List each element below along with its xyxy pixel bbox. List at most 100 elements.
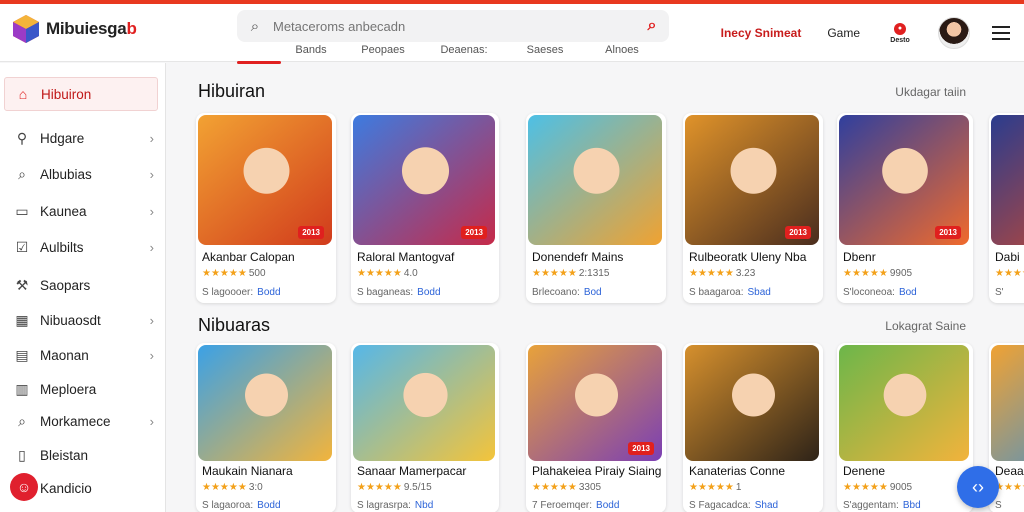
game-card[interactable]: 2013 Dbenr ★★★★★ 9905 S'loconeoa: Bod bbox=[837, 113, 973, 303]
star-rating: ★★★★★ 4.0 bbox=[357, 268, 418, 279]
subnav-tab[interactable]: Bands bbox=[281, 44, 341, 62]
sidebar-item-10[interactable]: ▯ Bleistan bbox=[4, 438, 158, 472]
detail-link[interactable]: Bod bbox=[584, 287, 602, 298]
game-card[interactable]: Maukain Nianara ★★★★★ 3:0 S lagaoroa: Bodd bbox=[196, 343, 336, 512]
search-submit-icon[interactable]: ⌕ bbox=[635, 17, 669, 35]
subnav-tab[interactable]: Alnoes bbox=[587, 44, 657, 62]
character-illustration bbox=[565, 370, 628, 431]
chevron-right-icon: › bbox=[149, 239, 154, 255]
star-rating: ★★★★★ 3:0 bbox=[202, 482, 263, 493]
detail-link[interactable]: Bbd bbox=[903, 500, 921, 511]
game-card[interactable]: Sanaar Mamerpacar ★★★★★ 9.5/15 S lagrasrpa:… bbox=[351, 343, 499, 512]
character-illustration bbox=[392, 143, 459, 212]
sidebar-item-label: Aulbilts bbox=[40, 239, 84, 255]
magnifier-icon: ⌕ bbox=[18, 412, 26, 429]
search-input[interactable] bbox=[273, 18, 635, 34]
star-rating: ★★★★★ 9.5/15 bbox=[357, 482, 432, 493]
brand-logo[interactable]: Mibuiesgab bbox=[12, 14, 137, 44]
sidebar-item-11[interactable]: Kandicio bbox=[4, 471, 158, 505]
game-title: Dbenr bbox=[843, 250, 876, 264]
sidebar-item-label: Saopars bbox=[40, 277, 91, 293]
sidebar-item-label: Meploera bbox=[40, 381, 97, 397]
chevron-right-icon: › bbox=[149, 166, 154, 182]
star-rating: ★★★★★ 9005 bbox=[843, 482, 913, 493]
sidebar-item-label: Kaunea bbox=[40, 203, 87, 219]
game-thumbnail bbox=[528, 115, 662, 245]
game-card[interactable]: 2013 Plahakeiea Piraiy Siaing ★★★★★ 3305 7 F… bbox=[526, 343, 666, 512]
sidebar-item-4[interactable]: ☑ Aulbilts › bbox=[4, 230, 158, 264]
sidebar-item-2[interactable]: ⌕ Albubias › bbox=[4, 157, 158, 191]
character-illustration bbox=[565, 143, 628, 212]
star-rating: ★★★★★ 1 bbox=[689, 482, 742, 493]
main-content: Hibuiran Ukdagar taiin 2013 Akanbar Calopan… bbox=[166, 63, 1024, 512]
chevron-right-icon: › bbox=[149, 203, 154, 219]
game-thumbnail bbox=[839, 345, 969, 461]
sidebar-item-9[interactable]: ⌕ Morkamece › bbox=[4, 404, 158, 438]
rating-badge: 2013 bbox=[785, 226, 811, 239]
sidebar-item-1[interactable]: ⚲ Hdgare › bbox=[4, 121, 158, 155]
detail-link[interactable]: Shad bbox=[755, 500, 778, 511]
game-card[interactable]: 2013 Rulbeoratk Uleny Nba ★★★★★ 3.23 S baaga… bbox=[683, 113, 823, 303]
tag-icon: ⚲ bbox=[16, 129, 28, 146]
header-link-game[interactable]: Game bbox=[827, 26, 860, 40]
chevron-right-icon: › bbox=[149, 347, 154, 363]
character-illustration bbox=[722, 143, 785, 212]
section-see-all-link[interactable]: Lokagrat Saine bbox=[885, 319, 966, 333]
sidebar-item-7[interactable]: ▤ Maonan › bbox=[4, 338, 158, 372]
detail-link[interactable]: Bodd bbox=[257, 500, 280, 511]
avatar[interactable] bbox=[938, 17, 970, 49]
rating-badge: 2013 bbox=[298, 226, 324, 239]
game-card[interactable]: 2013 Raloral Mantogvaf ★★★★★ 4.0 S baganeas:… bbox=[351, 113, 499, 303]
game-card[interactable]: Denene ★★★★★ 9005 S'aggentam: Bbd bbox=[837, 343, 973, 512]
sidebar-item-6[interactable]: ▦ Nibuaosdt › bbox=[4, 303, 158, 337]
sidebar-item-label: Kandicio bbox=[40, 480, 92, 496]
sidebar-item-label: Hdgare bbox=[40, 130, 85, 146]
hamburger-menu-icon[interactable] bbox=[992, 26, 1010, 40]
game-title: Donendefr Mains bbox=[532, 250, 624, 264]
game-card[interactable]: 2013 Akanbar Calopan ★★★★★ 500 S lagoooer: Bo… bbox=[196, 113, 336, 303]
tool-icon: ⚒ bbox=[15, 276, 29, 293]
sidebar-item-5[interactable]: ⚒ Saopars bbox=[4, 268, 158, 302]
game-title: Denene bbox=[843, 464, 886, 478]
sidebar-item-3[interactable]: ▭ Kaunea › bbox=[4, 194, 158, 228]
subnav-tab[interactable]: Saeses bbox=[503, 44, 587, 62]
document-icon: ▯ bbox=[18, 446, 26, 463]
game-meta: S'loconeoa: Bod bbox=[843, 287, 917, 298]
section-see-all-link[interactable]: Ukdagar taiin bbox=[895, 85, 966, 99]
header-link-primary[interactable]: Inecy Snimeat bbox=[721, 26, 802, 40]
game-title: Kanaterias Conne bbox=[689, 464, 786, 478]
game-title: Rulbeoratk Uleny Nba bbox=[689, 250, 807, 264]
game-card[interactable]: Dabi ★★★★★ S' bbox=[989, 113, 1024, 303]
game-thumbnail: 2013 bbox=[198, 115, 332, 245]
search-bar[interactable]: ⌕ ⌕ bbox=[237, 10, 669, 42]
rating-badge: 2013 bbox=[628, 442, 654, 455]
subnav-tab-active[interactable] bbox=[237, 44, 281, 64]
character-illustration bbox=[235, 143, 298, 212]
sidebar-item-label: Hibuiron bbox=[41, 86, 92, 102]
sidebar-item-0[interactable]: ⌂ Hibuiron bbox=[4, 77, 158, 111]
game-card[interactable]: Donendefr Mains ★★★★★ 2:1315 Brlecoano: Bod bbox=[526, 113, 666, 303]
notification-button[interactable]: ● Desto bbox=[886, 18, 914, 48]
detail-link[interactable]: Bod bbox=[899, 287, 917, 298]
section-title: Nibuaras bbox=[198, 315, 271, 335]
game-meta: S lagoooer: Bodd bbox=[202, 287, 281, 298]
character-illustration bbox=[235, 370, 298, 431]
detail-link[interactable]: Bodd bbox=[417, 287, 440, 298]
floating-action-button[interactable]: ‹› bbox=[957, 466, 999, 508]
game-thumbnail: 2013 bbox=[353, 115, 495, 245]
sidebar-item-8[interactable]: ▥ Meploera bbox=[4, 372, 158, 406]
character-illustration bbox=[722, 370, 785, 431]
detail-link[interactable]: Bodd bbox=[257, 287, 280, 298]
game-title: Sanaar Mamerpacar bbox=[357, 464, 467, 478]
rating-badge: 2013 bbox=[461, 226, 487, 239]
detail-link[interactable]: Nbd bbox=[415, 500, 433, 511]
detail-link[interactable]: Sbad bbox=[748, 287, 771, 298]
game-meta: S bbox=[995, 500, 1002, 511]
subnav-tab[interactable]: Peopaes bbox=[341, 44, 425, 62]
game-thumbnail bbox=[353, 345, 495, 461]
subnav-tab[interactable]: Deaenas: bbox=[425, 44, 503, 62]
sub-navigation: Bands Peopaes Deaenas: Saeses Alnoes bbox=[237, 44, 667, 64]
rating-badge: 2013 bbox=[935, 226, 961, 239]
detail-link[interactable]: Bodd bbox=[596, 500, 619, 511]
game-card[interactable]: Kanaterias Conne ★★★★★ 1 S Fagacadca: Shad bbox=[683, 343, 823, 512]
